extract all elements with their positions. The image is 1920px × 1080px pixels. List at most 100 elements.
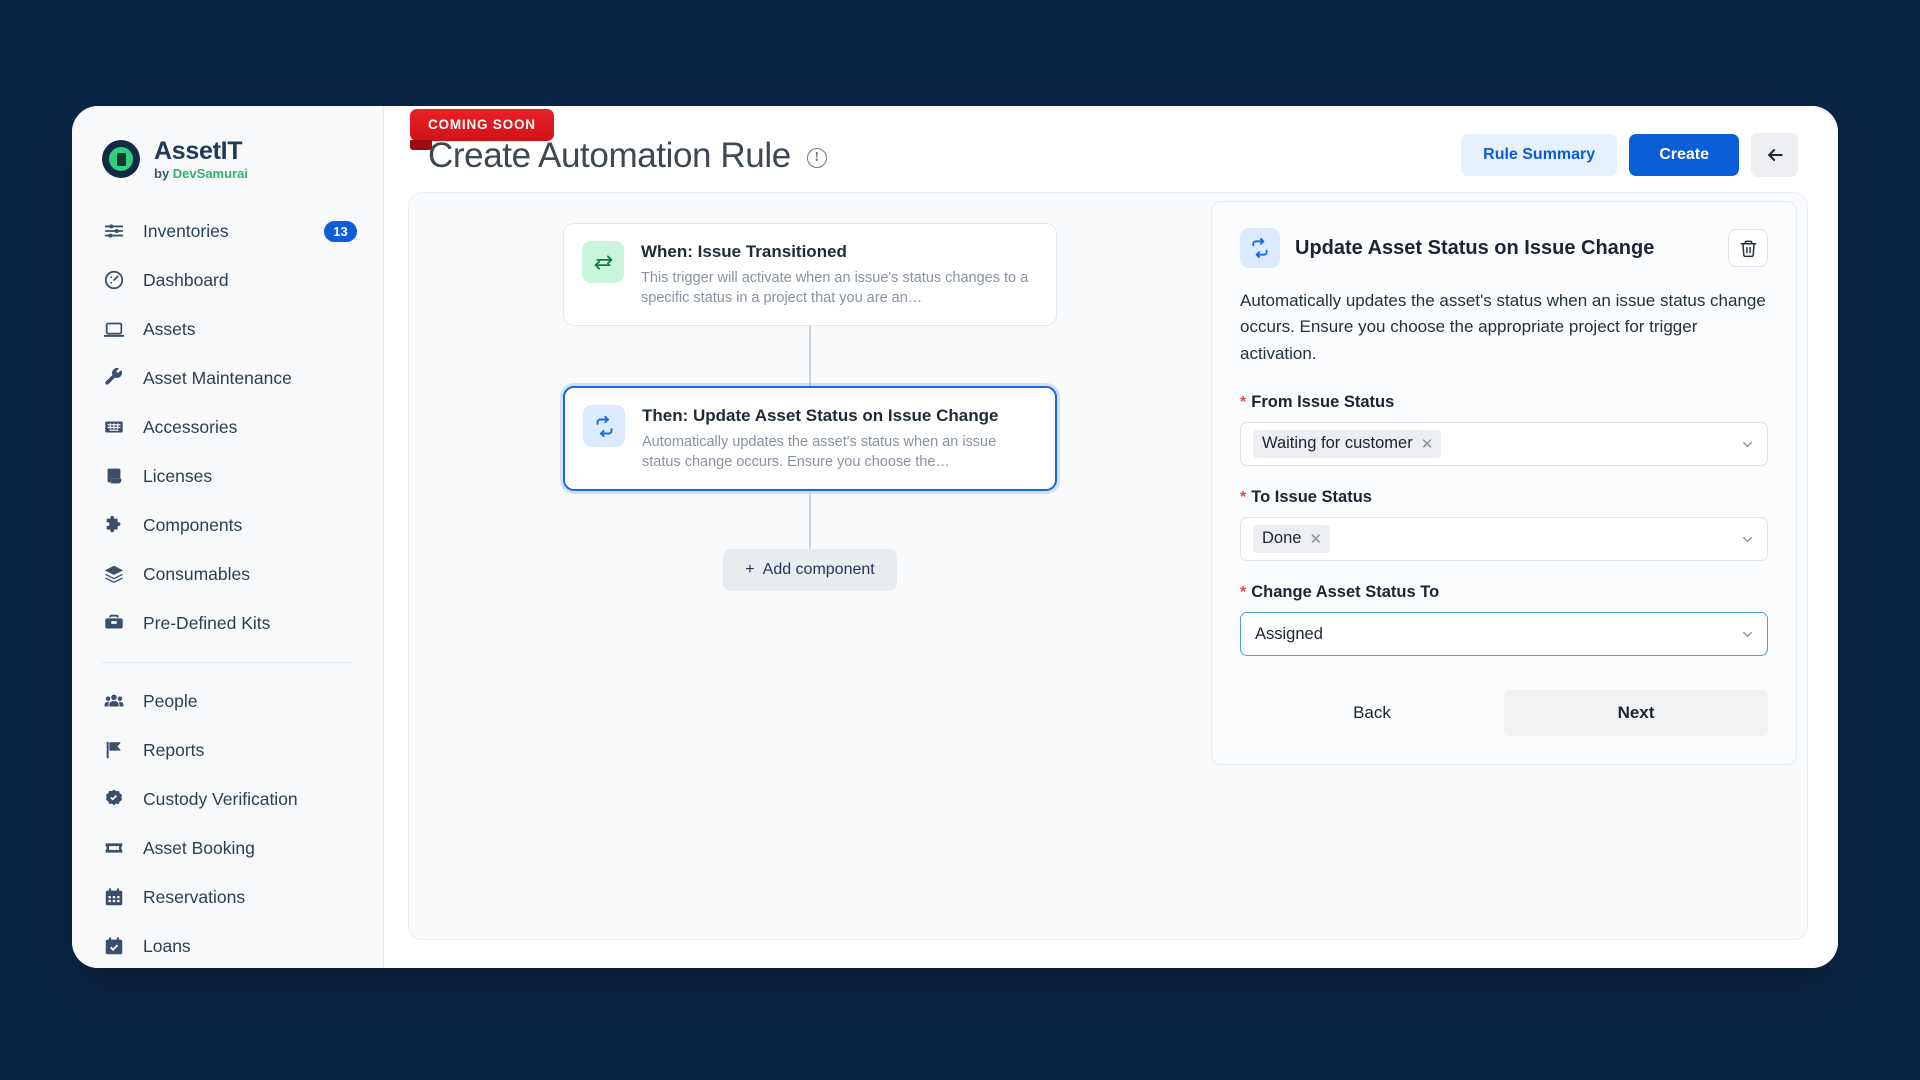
sidebar-item-consumables[interactable]: Consumables <box>72 550 383 599</box>
chip-label: Done <box>1262 529 1302 548</box>
sidebar-divider <box>102 661 353 663</box>
sidebar-item-label: Reports <box>143 739 205 760</box>
sliders-icon <box>102 219 126 243</box>
transfer-arrows-icon <box>582 241 624 283</box>
sidebar-item-label: Components <box>143 514 243 535</box>
sidebar-item-components[interactable]: Components <box>72 501 383 550</box>
sidebar-item-label: Consumables <box>143 563 250 584</box>
close-icon[interactable]: ✕ <box>1421 435 1434 453</box>
flow-card-trigger[interactable]: When: Issue Transitioned This trigger wi… <box>563 223 1057 327</box>
required-marker: * <box>1240 584 1247 602</box>
flow-connector <box>809 326 811 387</box>
calendar-check-icon <box>102 934 126 958</box>
sidebar-item-pre-defined-kits[interactable]: Pre-Defined Kits <box>72 599 383 648</box>
sidebar-item-loans[interactable]: Loans <box>72 922 383 968</box>
badge-check-icon <box>102 787 126 811</box>
add-component-button[interactable]: + Add component <box>723 549 897 592</box>
flow-connector <box>809 491 811 550</box>
sidebar-item-label: People <box>143 690 198 711</box>
sidebar-item-reservations[interactable]: Reservations <box>72 873 383 922</box>
sidebar-item-asset-booking[interactable]: Asset Booking <box>72 824 383 873</box>
brand-by-name: DevSamurai <box>172 166 248 182</box>
to-issue-status-select[interactable]: Done ✕ <box>1240 517 1768 562</box>
required-marker: * <box>1240 394 1247 412</box>
sidebar-item-label: Custody Verification <box>143 788 298 809</box>
flow-column: When: Issue Transitioned This trigger wi… <box>563 223 1057 592</box>
status-chip: Waiting for customer ✕ <box>1253 430 1442 459</box>
chevron-down-icon[interactable] <box>1740 532 1755 547</box>
automation-canvas: When: Issue Transitioned This trigger wi… <box>409 193 1211 939</box>
layers-icon <box>102 562 126 586</box>
select-value: Assigned <box>1255 624 1323 643</box>
chip-label: Waiting for customer <box>1262 434 1413 453</box>
flow-card-action[interactable]: Then: Update Asset Status on Issue Chang… <box>563 386 1057 492</box>
from-issue-status-select[interactable]: Waiting for customer ✕ <box>1240 422 1768 467</box>
puzzle-icon <box>102 513 126 537</box>
sidebar: AssetIT by DevSamurai Inventories 13 Das… <box>72 106 384 968</box>
field-label-wrap: * To Issue Status <box>1240 488 1768 507</box>
required-marker: * <box>1240 489 1247 507</box>
gauge-icon <box>102 268 126 292</box>
rule-summary-button[interactable]: Rule Summary <box>1461 134 1618 176</box>
sidebar-item-label: Licenses <box>143 465 213 486</box>
field-label: Change Asset Status To <box>1251 583 1440 602</box>
people-icon <box>102 689 126 713</box>
field-label-wrap: * From Issue Status <box>1240 393 1768 412</box>
trash-icon[interactable] <box>1728 229 1768 267</box>
details-title: Update Asset Status on Issue Change <box>1295 236 1655 259</box>
sidebar-item-label: Inventories <box>143 220 229 241</box>
arrow-left-icon[interactable] <box>1751 133 1798 177</box>
details-footer: Back Next <box>1240 690 1768 737</box>
info-icon[interactable]: ! <box>806 148 827 168</box>
next-button[interactable]: Next <box>1504 690 1768 737</box>
topbar-actions: Rule Summary Create <box>1461 133 1798 177</box>
brand-subtitle: by DevSamurai <box>154 167 248 181</box>
laptop-icon <box>102 317 126 341</box>
topbar: COMING SOON Create Automation Rule ! Rul… <box>384 106 1838 192</box>
keyboard-icon <box>102 415 126 439</box>
sidebar-item-accessories[interactable]: Accessories <box>72 403 383 452</box>
change-asset-status-select[interactable]: Assigned <box>1240 612 1768 657</box>
sidebar-nav-primary: Inventories 13 Dashboard Assets Asset Ma… <box>72 207 383 968</box>
flow-card-description: Automatically updates the asset's status… <box>642 434 997 470</box>
sidebar-item-label: Accessories <box>143 416 238 437</box>
sidebar-item-custody-verification[interactable]: Custody Verification <box>72 775 383 824</box>
field-change-asset-status-to: * Change Asset Status To Assigned <box>1240 583 1768 657</box>
sidebar-item-dashboard[interactable]: Dashboard <box>72 256 383 305</box>
sidebar-item-label: Asset Booking <box>143 837 255 858</box>
sidebar-item-label: Assets <box>143 318 196 339</box>
sidebar-item-label: Reservations <box>143 886 246 907</box>
sidebar-item-licenses[interactable]: Licenses <box>72 452 383 501</box>
ticket-icon <box>102 836 126 860</box>
flow-card-description: This trigger will activate when an issue… <box>641 270 1029 306</box>
close-icon[interactable]: ✕ <box>1309 530 1322 548</box>
flow-card-title: When: Issue Transitioned <box>641 242 847 261</box>
add-component-label: Add component <box>762 561 875 579</box>
assetit-logo-icon <box>102 140 140 179</box>
brand-name: AssetIT <box>154 137 243 165</box>
status-chip: Done ✕ <box>1253 525 1331 554</box>
sidebar-item-label: Loans <box>143 935 191 956</box>
flow-card-title: Then: Update Asset Status on Issue Chang… <box>642 406 999 426</box>
brand-by-prefix: by <box>154 166 173 182</box>
sidebar-item-asset-maintenance[interactable]: Asset Maintenance <box>72 354 383 403</box>
sidebar-item-reports[interactable]: Reports <box>72 726 383 775</box>
component-details-panel: Update Asset Status on Issue Change Auto… <box>1211 201 1797 766</box>
back-button[interactable]: Back <box>1240 690 1504 736</box>
brand[interactable]: AssetIT by DevSamurai <box>72 134 383 181</box>
scroll-icon <box>102 464 126 488</box>
calendar-icon <box>102 885 126 909</box>
refresh-arrows-icon <box>583 405 625 448</box>
main-content: COMING SOON Create Automation Rule ! Rul… <box>384 106 1838 968</box>
field-label: To Issue Status <box>1251 488 1372 507</box>
sidebar-item-label: Dashboard <box>143 269 229 290</box>
sidebar-item-people[interactable]: People <box>72 677 383 726</box>
field-to-issue-status: * To Issue Status Done ✕ <box>1240 488 1768 562</box>
plus-icon: + <box>745 561 755 579</box>
field-label: From Issue Status <box>1251 393 1395 412</box>
create-button[interactable]: Create <box>1629 134 1739 176</box>
sidebar-item-assets[interactable]: Assets <box>72 305 383 354</box>
sidebar-item-inventories[interactable]: Inventories 13 <box>72 207 383 256</box>
chevron-down-icon[interactable] <box>1740 627 1755 642</box>
chevron-down-icon[interactable] <box>1740 437 1755 452</box>
